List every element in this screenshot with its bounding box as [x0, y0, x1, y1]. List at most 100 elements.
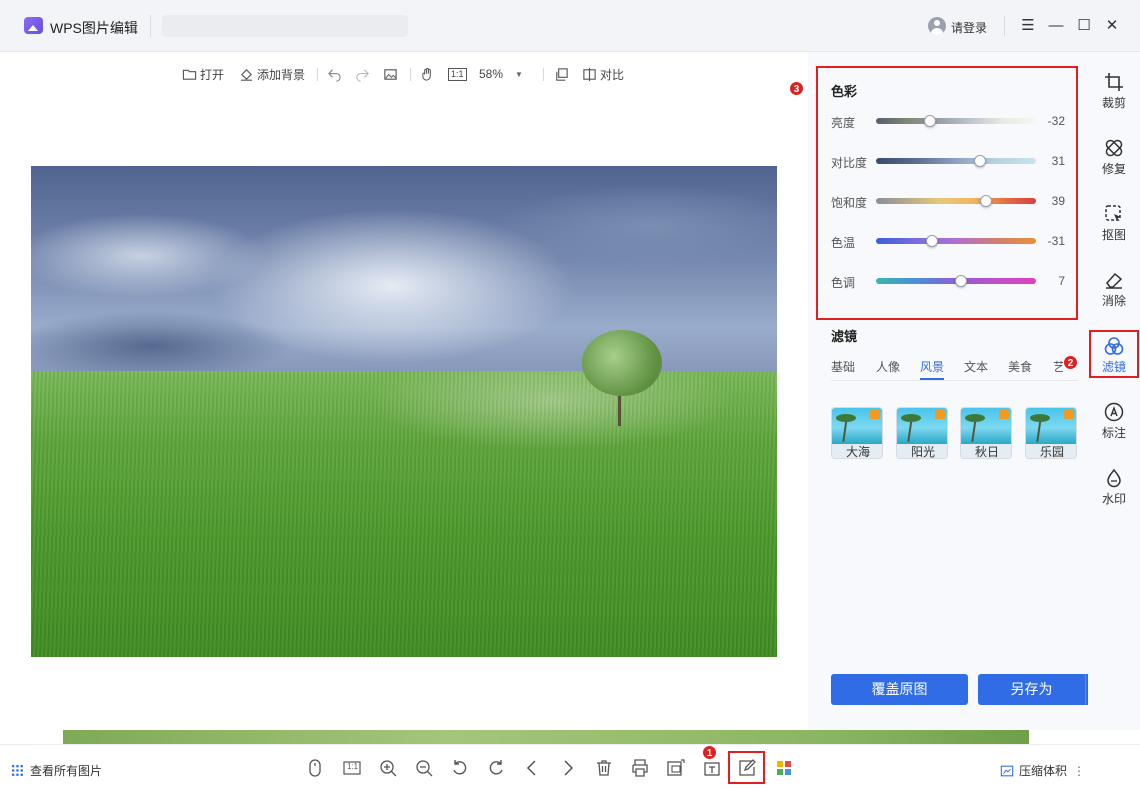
- photo-tree-crown: [582, 330, 662, 396]
- tool-cutout[interactable]: 抠图: [1088, 198, 1140, 248]
- menu-icon[interactable]: ☰: [1018, 16, 1038, 36]
- ocr-icon: [704, 762, 720, 776]
- tool-repair-label: 修复: [1101, 162, 1126, 176]
- top-toolbar: 打开 添加背景 1:1 58% ▼ 对比: [0, 62, 808, 86]
- zoom-in-button[interactable]: [378, 758, 398, 778]
- filter-tab-portrait[interactable]: 人像: [876, 358, 900, 375]
- apps-button[interactable]: [774, 758, 794, 778]
- image-icon: [384, 68, 397, 80]
- step-badge-1: 1: [702, 745, 717, 760]
- photo-sky: [31, 166, 777, 381]
- title-separator: [150, 15, 151, 37]
- folder-icon: [182, 69, 197, 80]
- add-background-label: 添加背景: [257, 67, 306, 82]
- filter-tab-indicator: [920, 378, 944, 380]
- tool-erase[interactable]: 消除: [1088, 264, 1140, 314]
- bottom-actual-size-label: 1:1: [347, 762, 359, 771]
- previous-button[interactable]: [522, 758, 542, 778]
- slider-thumb[interactable]: [974, 155, 986, 167]
- zoom-out-button[interactable]: [414, 758, 434, 778]
- slider-track[interactable]: [876, 118, 1036, 124]
- copy-icon: [556, 67, 568, 81]
- filter-thumb-label: 乐园: [1026, 444, 1076, 458]
- filter-tab-text[interactable]: 文本: [964, 358, 988, 375]
- undo-button[interactable]: [327, 62, 345, 86]
- filter-tab-landscape[interactable]: 风景: [920, 358, 944, 375]
- view-all-button[interactable]: 查看所有图片: [11, 762, 102, 779]
- image-button[interactable]: [383, 62, 401, 86]
- tool-crop[interactable]: 裁剪: [1088, 66, 1140, 116]
- color-section-title: 色彩: [831, 84, 858, 99]
- copy-button[interactable]: [554, 62, 572, 86]
- avatar-icon[interactable]: [928, 17, 946, 35]
- save-as-button[interactable]: 另存为: [978, 674, 1085, 705]
- zoom-in-icon: [380, 760, 397, 777]
- filter-thumb-sea[interactable]: 大海: [831, 407, 883, 459]
- tool-watermark[interactable]: 水印: [1088, 462, 1140, 512]
- slider-track[interactable]: [876, 198, 1036, 204]
- watermark-icon: [1107, 468, 1121, 488]
- actual-size-button[interactable]: 1:1: [448, 62, 467, 86]
- slider-value: 7: [1058, 274, 1065, 288]
- filter-tab-divider: [831, 380, 1078, 381]
- rotate-left-button[interactable]: [450, 758, 470, 778]
- filter-tab-art[interactable]: 艺: [1053, 358, 1063, 375]
- document-tab[interactable]: [162, 15, 408, 37]
- filter-thumb-sunshine[interactable]: 阳光: [896, 407, 948, 459]
- crop-icon: [1105, 73, 1123, 91]
- mouse-icon: [309, 759, 321, 777]
- slider-label: 亮度: [831, 116, 856, 130]
- slider-value: -31: [1047, 234, 1065, 248]
- compress-icon: [1000, 765, 1014, 776]
- filter-tab-basic[interactable]: 基础: [831, 358, 855, 375]
- tool-crop-label: 裁剪: [1101, 96, 1126, 110]
- apps-grid-icon: [777, 761, 791, 775]
- tool-annotate[interactable]: 标注: [1088, 396, 1140, 446]
- next-button[interactable]: [558, 758, 578, 778]
- zoom-select[interactable]: 58% ▼: [479, 62, 523, 86]
- filter-thumb-paradise[interactable]: 乐园: [1025, 407, 1077, 459]
- chevron-left-icon: [526, 760, 536, 776]
- compare-button[interactable]: 对比: [582, 62, 624, 86]
- title-separator-2: [1004, 16, 1005, 36]
- tool-erase-label: 消除: [1101, 294, 1126, 308]
- compress-button[interactable]: 压缩体积 ⋮: [1000, 762, 1085, 779]
- ocr-button[interactable]: [702, 758, 722, 778]
- edited-photo[interactable]: [31, 166, 777, 657]
- chevron-down-icon: ▼: [515, 69, 523, 79]
- filter-section-title: 滤镜: [831, 329, 858, 344]
- slider-track[interactable]: [876, 238, 1036, 244]
- delete-button[interactable]: [594, 758, 614, 778]
- redo-button[interactable]: [355, 62, 373, 86]
- convert-button[interactable]: [666, 758, 686, 778]
- app-logo-icon: [24, 17, 43, 34]
- overwrite-button[interactable]: 覆盖原图: [831, 674, 968, 705]
- filter-thumb-autumn[interactable]: 秋日: [960, 407, 1012, 459]
- tool-repair[interactable]: 修复: [1088, 132, 1140, 182]
- print-button[interactable]: [630, 758, 650, 778]
- slider-value: 31: [1051, 154, 1065, 168]
- thumbnail-strip[interactable]: [63, 730, 1029, 744]
- more-icon[interactable]: ⋮: [1073, 764, 1085, 778]
- printer-icon: [632, 759, 648, 777]
- bandage-icon: [1105, 139, 1123, 157]
- compare-icon: [583, 67, 596, 81]
- slider-thumb[interactable]: [954, 275, 967, 287]
- slider-thumb[interactable]: [926, 235, 938, 247]
- close-button[interactable]: ✕: [1102, 16, 1122, 36]
- bottom-actual-size-button[interactable]: 1:1: [342, 758, 362, 778]
- maximize-button[interactable]: ☐: [1074, 16, 1094, 36]
- slider-label: 对比度: [831, 156, 868, 170]
- crown-icon: [935, 410, 945, 419]
- login-link[interactable]: 请登录: [951, 19, 987, 36]
- add-background-button[interactable]: 添加背景: [239, 62, 305, 86]
- filter-tab-food[interactable]: 美食: [1008, 358, 1032, 375]
- mouse-button[interactable]: [305, 758, 325, 778]
- tool-cutout-label: 抠图: [1101, 228, 1126, 242]
- slider-track[interactable]: [876, 158, 1036, 164]
- minimize-button[interactable]: —: [1046, 16, 1066, 36]
- open-button[interactable]: 打开: [182, 62, 224, 86]
- rotate-right-button[interactable]: [486, 758, 506, 778]
- crown-icon: [999, 410, 1009, 419]
- hand-tool-button[interactable]: [420, 62, 438, 86]
